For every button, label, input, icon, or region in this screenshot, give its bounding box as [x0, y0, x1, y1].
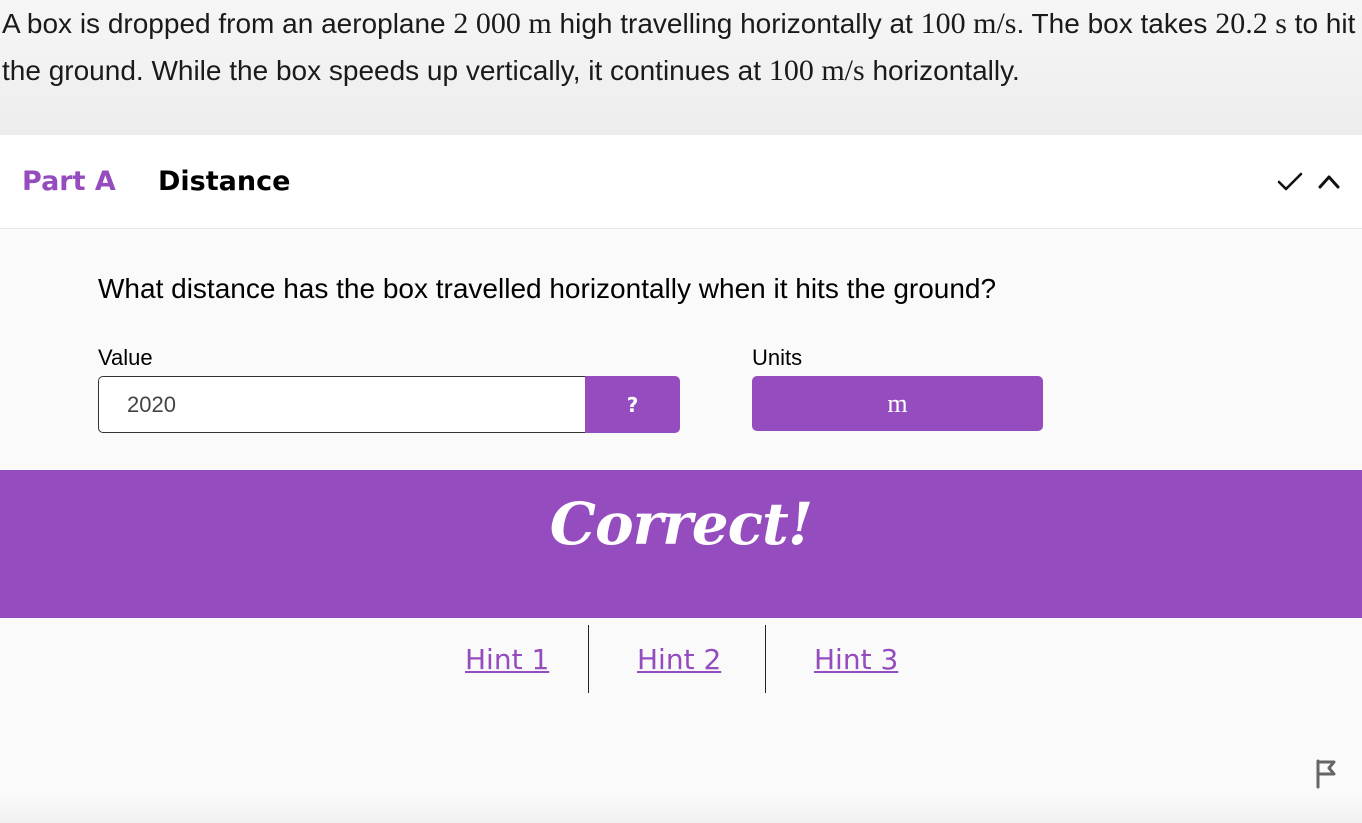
question-fragment: A box is dropped from an aeroplane	[2, 8, 454, 39]
question-fragment: horizontally.	[864, 55, 1020, 86]
value-label: Value	[98, 345, 153, 370]
hint-2-link[interactable]: Hint 2	[637, 643, 721, 676]
units-button[interactable]: m	[752, 376, 1043, 431]
math-quantity: 100 m/s	[768, 54, 865, 87]
flag-icon[interactable]	[1314, 759, 1340, 789]
bottom-shade	[0, 793, 1362, 823]
chevron-up-icon[interactable]	[1317, 171, 1341, 191]
part-label: Part A	[22, 166, 116, 197]
question-fragment: . The box takes	[1016, 8, 1216, 39]
feedback-message: Correct!	[549, 490, 813, 558]
hint-divider	[588, 625, 589, 693]
hint-3-link[interactable]: Hint 3	[814, 643, 898, 676]
question-text: A box is dropped from an aeroplane 2 000…	[2, 0, 1357, 94]
check-icon	[1277, 172, 1303, 191]
math-quantity: 100 m/s	[920, 7, 1017, 40]
value-input[interactable]	[98, 376, 586, 433]
hint-1-link[interactable]: Hint 1	[465, 643, 549, 676]
hint-divider	[765, 625, 766, 693]
part-title: Distance	[158, 166, 291, 197]
units-label: Units	[752, 345, 803, 370]
math-quantity: 20.2 s	[1215, 7, 1287, 40]
question-prompt: What distance has the box travelled hori…	[98, 273, 997, 304]
help-button[interactable]: ?	[585, 376, 680, 433]
question-fragment: high travelling horizontally at	[551, 8, 921, 39]
math-quantity: 2 000 m	[453, 7, 552, 40]
